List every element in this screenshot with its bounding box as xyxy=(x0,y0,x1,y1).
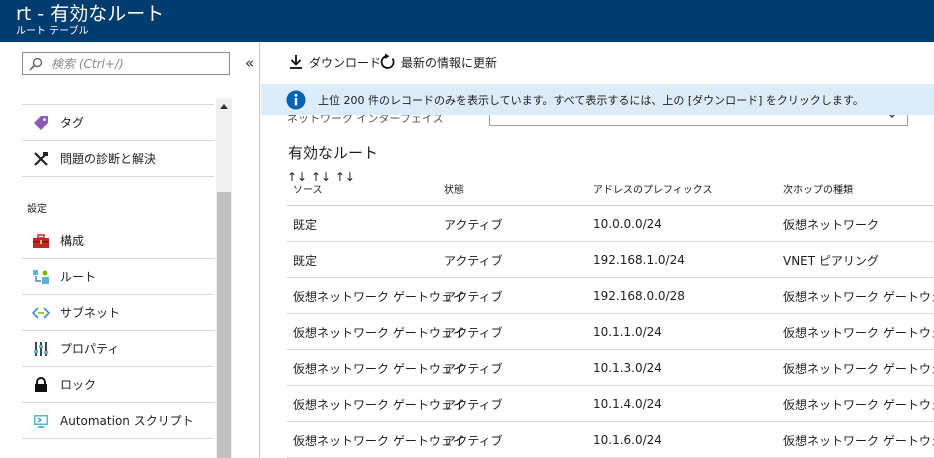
download-label: ダウンロード xyxy=(309,55,382,70)
sidebar-item-tags[interactable]: タグ xyxy=(22,105,214,141)
cell-state: アクティブ xyxy=(444,217,503,232)
info-icon xyxy=(286,90,306,109)
sidebar: « タグ 問題の診断と解決 設定 構成 ルート サブネット xyxy=(0,42,260,458)
cell-state: アクティブ xyxy=(444,397,503,412)
effective-routes-heading: 有効なルート xyxy=(288,144,379,162)
table-row[interactable]: 仮想ネットワーク ゲートウェイ アクティブ 10.1.1.0/24 仮想ネットワ… xyxy=(287,314,934,350)
sidebar-item-routes[interactable]: ルート xyxy=(22,259,214,295)
cell-next-hop-type: 仮想ネットワーク ゲートウェイ xyxy=(783,397,934,412)
cell-address-prefix: 10.1.6.0/24 xyxy=(593,433,662,447)
cell-source: 仮想ネットワーク ゲートウェイ xyxy=(293,289,465,304)
sidebar-item-label: ルート xyxy=(60,270,97,284)
refresh-icon xyxy=(380,53,395,69)
sidebar-item-properties[interactable]: プロパティ xyxy=(22,331,214,367)
cell-address-prefix: 10.0.0.0/24 xyxy=(593,217,662,231)
cell-address-prefix: 10.1.1.0/24 xyxy=(593,325,662,339)
command-bar: ダウンロード 最新の情報に更新 xyxy=(261,42,934,82)
subnet-icon xyxy=(30,302,52,324)
sidebar-item-label: Automation スクリプト xyxy=(60,414,194,428)
blade-header: rt - 有効なルート ルート テーブル xyxy=(0,0,934,42)
sort-icon[interactable]: ↑↓ xyxy=(335,170,355,184)
search-input[interactable] xyxy=(51,55,226,72)
scroll-up-arrow-icon[interactable] xyxy=(216,100,232,114)
table-row[interactable]: 既定 アクティブ 10.0.0.0/24 仮想ネットワーク xyxy=(287,206,934,242)
sidebar-item-label: サブネット xyxy=(60,306,121,320)
cell-next-hop-type: 仮想ネットワーク ゲートウェイ xyxy=(783,361,934,376)
cell-address-prefix: 10.1.4.0/24 xyxy=(593,397,662,411)
column-header-address-prefix[interactable]: アドレスのプレフィックス xyxy=(593,170,713,206)
cell-state: アクティブ xyxy=(444,289,503,304)
cell-source: 仮想ネットワーク ゲートウェイ xyxy=(293,433,465,448)
cell-address-prefix: 192.168.0.0/28 xyxy=(593,289,685,303)
sidebar-item-locks[interactable]: ロック xyxy=(22,367,214,403)
sidebar-scrollbar-thumb[interactable] xyxy=(217,192,231,458)
tag-icon xyxy=(30,112,52,134)
table-row[interactable]: 仮想ネットワーク ゲートウェイ アクティブ 192.168.0.0/28 仮想ネ… xyxy=(287,278,934,314)
table-header: ソース ↑↓ 状態 ↑↓ アドレスのプレフィックス ↑↓ 次ホップの種類 xyxy=(287,170,934,206)
sidebar-item-diagnose[interactable]: 問題の診断と解決 xyxy=(22,141,214,177)
cell-next-hop-type: 仮想ネットワーク ゲートウェイ xyxy=(783,289,934,304)
download-button[interactable]: ダウンロード xyxy=(287,52,381,72)
cell-source: 仮想ネットワーク ゲートウェイ xyxy=(293,397,465,412)
info-banner: 上位 200 件のレコードのみを表示しています。すべて表示するには、上の [ダウ… xyxy=(261,84,934,115)
search-icon xyxy=(29,57,43,71)
sidebar-item-label: ロック xyxy=(60,378,97,392)
cell-source: 既定 xyxy=(293,253,318,268)
cell-source: 仮想ネットワーク ゲートウェイ xyxy=(293,325,465,340)
sidebar-item-label: タグ xyxy=(60,116,85,130)
cell-source: 既定 xyxy=(293,217,318,232)
sidebar-item-label: 問題の診断と解決 xyxy=(60,152,157,166)
download-icon xyxy=(290,55,302,69)
sidebar-section-settings: 設定 xyxy=(27,204,47,215)
sidebar-item-label: 構成 xyxy=(60,234,85,248)
sidebar-item-label: プロパティ xyxy=(60,342,120,356)
table-row[interactable]: 仮想ネットワーク ゲートウェイ アクティブ 10.1.4.0/24 仮想ネットワ… xyxy=(287,386,934,422)
cell-state: アクティブ xyxy=(444,325,503,340)
table-row[interactable]: 既定 アクティブ 192.168.1.0/24 VNET ピアリング xyxy=(287,242,934,278)
page-subtitle: ルート テーブル xyxy=(16,26,89,37)
cell-state: アクティブ xyxy=(444,253,503,268)
refresh-label: 最新の情報に更新 xyxy=(401,55,498,70)
search-box[interactable] xyxy=(22,52,230,75)
column-header-next-hop-type[interactable]: 次ホップの種類 xyxy=(783,170,853,206)
wrench-icon xyxy=(30,148,52,170)
info-banner-text: 上位 200 件のレコードのみを表示しています。すべて表示するには、上の [ダウ… xyxy=(318,93,864,107)
column-header-source[interactable]: ソース xyxy=(293,170,323,206)
collapse-sidebar-button[interactable]: « xyxy=(245,54,254,72)
cell-source: 仮想ネットワーク ゲートウェイ xyxy=(293,361,465,376)
refresh-button[interactable]: 最新の情報に更新 xyxy=(379,52,497,72)
page-title: rt - 有効なルート xyxy=(16,3,165,25)
sidebar-item-subnets[interactable]: サブネット xyxy=(22,295,214,331)
cell-address-prefix: 10.1.3.0/24 xyxy=(593,361,662,375)
sidebar-item-automation-script[interactable]: Automation スクリプト xyxy=(22,403,214,439)
cell-next-hop-type: 仮想ネットワーク ゲートウェイ xyxy=(783,433,934,448)
properties-icon xyxy=(30,338,52,360)
table-row[interactable]: 仮想ネットワーク ゲートウェイ アクティブ 10.1.3.0/24 仮想ネットワ… xyxy=(287,350,934,386)
toolbox-icon xyxy=(30,230,52,252)
automation-icon xyxy=(30,410,52,432)
cell-next-hop-type: 仮想ネットワーク xyxy=(783,217,880,232)
effective-routes-table: ソース ↑↓ 状態 ↑↓ アドレスのプレフィックス ↑↓ 次ホップの種類 既定 … xyxy=(287,170,934,458)
sidebar-item-configuration[interactable]: 構成 xyxy=(22,223,214,259)
route-icon xyxy=(30,266,52,288)
cell-address-prefix: 192.168.1.0/24 xyxy=(593,253,685,267)
cell-state: アクティブ xyxy=(444,361,503,376)
cell-state: アクティブ xyxy=(444,433,503,448)
main-content: ダウンロード 最新の情報に更新 ネットワーク インターフェイス test0022… xyxy=(261,42,934,458)
cell-next-hop-type: VNET ピアリング xyxy=(783,253,879,268)
cell-next-hop-type: 仮想ネットワーク ゲートウェイ xyxy=(783,325,934,340)
column-header-state[interactable]: 状態 xyxy=(444,170,464,206)
table-row[interactable]: 仮想ネットワーク ゲートウェイ アクティブ 10.1.6.0/24 仮想ネットワ… xyxy=(287,422,934,458)
lock-icon xyxy=(30,374,52,396)
